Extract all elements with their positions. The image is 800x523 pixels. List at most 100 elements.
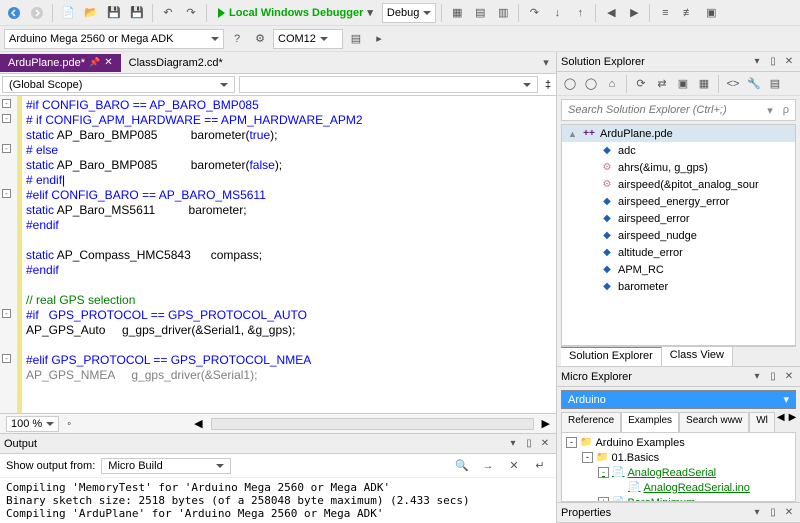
- home-icon[interactable]: ⌂: [603, 75, 621, 93]
- zoom-dropdown[interactable]: 100 %: [6, 416, 59, 432]
- new-file-icon[interactable]: 📄: [58, 3, 78, 23]
- upload-icon[interactable]: ▸: [369, 29, 389, 49]
- sync-icon[interactable]: ⇄: [653, 75, 671, 93]
- tab-class-view[interactable]: Class View: [662, 347, 733, 366]
- tree-item[interactable]: ▲++ArduPlane.pde: [562, 125, 795, 142]
- output-title: Output: [4, 438, 37, 450]
- settings-icon[interactable]: ⚙: [250, 29, 270, 49]
- back-icon[interactable]: [4, 3, 24, 23]
- scroll-left-icon[interactable]: ◀: [194, 417, 202, 430]
- pin-icon[interactable]: ▯: [766, 371, 780, 382]
- tree-item[interactable]: ◆APM_RC: [562, 261, 795, 278]
- editor-pane: ArduPlane.pde* 📌 ✕ ClassDiagram2.cd* ▾ (…: [0, 52, 557, 523]
- code-icon[interactable]: <>: [724, 75, 742, 93]
- me-tab[interactable]: Search www: [679, 412, 749, 432]
- tab-classdiagram[interactable]: ClassDiagram2.cd*: [121, 54, 231, 72]
- scroll-right-icon[interactable]: ▶: [542, 417, 550, 430]
- save-icon[interactable]: 💾: [104, 3, 124, 23]
- start-debug-button[interactable]: Local Windows Debugger ▾: [212, 6, 379, 19]
- close-icon[interactable]: ✕: [782, 507, 796, 518]
- me-tab[interactable]: Reference: [561, 412, 621, 432]
- scope-dropdown[interactable]: (Global Scope): [2, 76, 235, 93]
- me-tree-item[interactable]: +📄 BareMinimum: [562, 495, 795, 502]
- step-over-icon[interactable]: ↷: [524, 3, 544, 23]
- tree-item[interactable]: ◆altitude_error: [562, 244, 795, 261]
- forward-icon[interactable]: ◯: [582, 75, 600, 93]
- close-icon[interactable]: ✕: [104, 57, 112, 68]
- show-all-icon[interactable]: ▦: [695, 75, 713, 93]
- collapse-icon[interactable]: ▣: [674, 75, 692, 93]
- close-icon[interactable]: ✕: [782, 371, 796, 382]
- close-icon[interactable]: ✕: [538, 438, 552, 449]
- scope-bar: (Global Scope) ‡: [0, 74, 556, 96]
- open-file-icon[interactable]: 📂: [81, 3, 101, 23]
- tree-item[interactable]: ◆airspeed_error: [562, 210, 795, 227]
- pin-icon[interactable]: ▯: [766, 56, 780, 67]
- comment-icon[interactable]: ≡: [655, 3, 675, 23]
- search-dropdown-icon[interactable]: ▾: [763, 104, 777, 117]
- code-editor[interactable]: ------ #if CONFIG_BARO == AP_BARO_BMP085…: [0, 96, 556, 413]
- me-tab[interactable]: Wl: [749, 412, 775, 432]
- bookmark-icon[interactable]: ▣: [701, 3, 721, 23]
- h-scrollbar[interactable]: [211, 418, 534, 430]
- tool-icon-2[interactable]: ▤: [470, 3, 490, 23]
- serial-icon[interactable]: ▤: [346, 29, 366, 49]
- pin-icon[interactable]: ▯: [522, 438, 536, 449]
- redo-icon[interactable]: ↷: [181, 3, 201, 23]
- tree-item[interactable]: ⚙ahrs(&imu, g_gps): [562, 159, 795, 176]
- output-text[interactable]: Compiling 'MemoryTest' for 'Arduino Mega…: [0, 478, 556, 523]
- back-icon[interactable]: ◯: [561, 75, 579, 93]
- properties-icon[interactable]: 🔧: [745, 75, 763, 93]
- debugger-label: Local Windows Debugger: [229, 7, 363, 19]
- tool-icon-1[interactable]: ▦: [447, 3, 467, 23]
- tab-dropdown-icon[interactable]: ▾: [536, 53, 556, 73]
- se-tree[interactable]: ▲++ArduPlane.pde◆adc⚙ahrs(&imu, g_gps)⚙a…: [561, 124, 796, 346]
- close-icon[interactable]: ✕: [782, 56, 796, 67]
- dropdown-icon[interactable]: ▾: [750, 507, 764, 518]
- clear-icon[interactable]: ✕: [504, 456, 524, 476]
- config-dropdown[interactable]: Debug: [382, 3, 436, 23]
- se-search[interactable]: ▾ ρ: [561, 99, 796, 121]
- tab-arduplane[interactable]: ArduPlane.pde* 📌 ✕: [0, 54, 121, 72]
- output-source-dropdown[interactable]: Micro Build: [101, 458, 231, 474]
- member-dropdown[interactable]: [239, 76, 538, 93]
- dropdown-icon[interactable]: ▾: [506, 438, 520, 449]
- tool-icon-3[interactable]: ▥: [493, 3, 513, 23]
- me-tree[interactable]: -📁 Arduino Examples-📁 01.Basics-📄 Analog…: [561, 432, 796, 502]
- forward-icon[interactable]: [27, 3, 47, 23]
- me-tree-item[interactable]: -📁 01.Basics: [562, 450, 795, 465]
- tree-item[interactable]: ⚙airspeed(&pitot_analog_sour: [562, 176, 795, 193]
- nav-back-icon[interactable]: ◀: [601, 3, 621, 23]
- dropdown-icon[interactable]: ▾: [750, 56, 764, 67]
- nav-fwd-icon[interactable]: ▶: [624, 3, 644, 23]
- undo-icon[interactable]: ↶: [158, 3, 178, 23]
- search-clear-icon[interactable]: ρ: [777, 104, 795, 116]
- split-icon[interactable]: ‡: [540, 74, 556, 95]
- tree-item[interactable]: ◆barometer: [562, 278, 795, 295]
- pin-icon[interactable]: 📌: [89, 57, 100, 68]
- tree-item[interactable]: ◆adc: [562, 142, 795, 159]
- tree-item[interactable]: ◆airspeed_energy_error: [562, 193, 795, 210]
- se-search-input[interactable]: [562, 104, 763, 116]
- me-tree-item[interactable]: -📁 Arduino Examples: [562, 435, 795, 450]
- me-tree-item[interactable]: -📄 AnalogReadSerial: [562, 465, 795, 480]
- me-tree-item[interactable]: 📄 AnalogReadSerial.ino: [562, 480, 795, 495]
- pin-icon[interactable]: ▯: [766, 507, 780, 518]
- me-platform-dropdown[interactable]: Arduino▾: [561, 390, 796, 409]
- port-dropdown[interactable]: COM12: [273, 29, 343, 49]
- preview-icon[interactable]: ▤: [766, 75, 784, 93]
- step-into-icon[interactable]: ↓: [547, 3, 567, 23]
- refresh-icon[interactable]: ⟳: [632, 75, 650, 93]
- help-icon[interactable]: ?: [227, 29, 247, 49]
- save-all-icon[interactable]: 💾: [127, 3, 147, 23]
- dropdown-icon[interactable]: ▾: [750, 371, 764, 382]
- goto-icon[interactable]: →: [478, 456, 498, 476]
- tab-solution-explorer[interactable]: Solution Explorer: [561, 347, 662, 366]
- uncomment-icon[interactable]: ≢: [678, 3, 698, 23]
- wrap-icon[interactable]: ↵: [530, 456, 550, 476]
- step-out-icon[interactable]: ↑: [570, 3, 590, 23]
- board-dropdown[interactable]: Arduino Mega 2560 or Mega ADK: [4, 29, 224, 49]
- find-icon[interactable]: 🔍: [452, 456, 472, 476]
- tree-item[interactable]: ◆airspeed_nudge: [562, 227, 795, 244]
- me-tab[interactable]: Examples: [621, 412, 679, 432]
